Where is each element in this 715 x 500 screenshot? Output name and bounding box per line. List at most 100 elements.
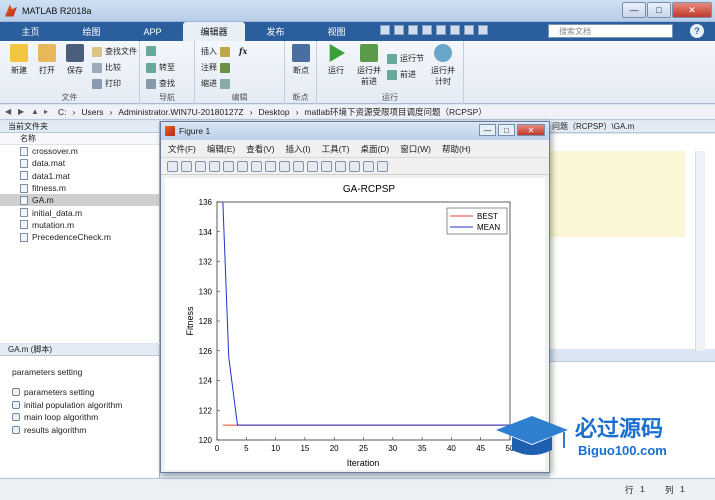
hide-plot-tools-icon[interactable] <box>363 160 374 172</box>
redo-icon[interactable] <box>450 25 460 35</box>
run-button[interactable]: 运行 <box>323 44 349 76</box>
menu-edit[interactable]: 编辑(E) <box>207 143 235 155</box>
paste-icon[interactable] <box>422 25 432 35</box>
copy-icon[interactable] <box>408 25 418 35</box>
nav-back-button[interactable] <box>146 46 156 56</box>
list-item[interactable]: data.mat <box>0 157 159 169</box>
menu-tools[interactable]: 工具(T) <box>322 143 350 155</box>
find-button[interactable]: 查找 <box>146 78 175 89</box>
x-tick-label: 25 <box>359 444 368 453</box>
comment-button[interactable]: 注释 <box>201 62 230 73</box>
tab-publish[interactable]: 发布 <box>245 22 306 41</box>
help-icon[interactable]: ? <box>690 24 704 38</box>
pan-icon[interactable] <box>265 160 276 172</box>
new-button[interactable]: 新建 <box>6 44 32 76</box>
menu-file[interactable]: 文件(F) <box>168 143 196 155</box>
up-folder-icon[interactable]: ▲ <box>31 108 39 116</box>
figure-minimize-button[interactable]: — <box>479 124 496 136</box>
insert-button[interactable]: 插入 <box>201 46 230 57</box>
print-button[interactable]: 打印 <box>92 78 121 89</box>
save-button[interactable]: 保存 <box>62 44 88 76</box>
tab-home[interactable]: 主页 <box>0 22 61 41</box>
crumb-users[interactable]: Users <box>81 107 103 117</box>
brush-icon[interactable] <box>307 160 318 172</box>
name-column-header[interactable]: 名称 <box>0 133 159 145</box>
editor-scrollbar[interactable] <box>695 151 705 351</box>
undo-icon[interactable] <box>436 25 446 35</box>
browse-icon[interactable]: ▸ <box>44 108 52 116</box>
help-quick-icon[interactable] <box>478 25 488 35</box>
menu-view[interactable]: 查看(V) <box>246 143 274 155</box>
section-item[interactable]: main loop algorithm <box>0 411 159 424</box>
breakpoints-button[interactable]: 断点 <box>288 44 314 76</box>
section-item[interactable]: results algorithm <box>0 424 159 437</box>
run-group-label: 运行 <box>382 93 398 102</box>
m-file-icon <box>20 183 28 193</box>
fx-button[interactable]: fx <box>239 46 247 56</box>
minimize-button[interactable]: — <box>622 2 646 18</box>
section-item[interactable]: initial population algorithm <box>0 399 159 412</box>
switch-windows-icon[interactable] <box>464 25 474 35</box>
row-value: 1 <box>640 484 645 494</box>
menu-window[interactable]: 窗口(W) <box>400 143 431 155</box>
row-label: 行 <box>625 485 634 495</box>
open-file-icon[interactable] <box>181 160 192 172</box>
back-icon[interactable]: ◀ <box>5 108 13 116</box>
m-file-icon <box>20 220 28 230</box>
new-figure-icon[interactable] <box>167 160 178 172</box>
crumb-desktop[interactable]: Desktop <box>258 107 289 117</box>
close-button[interactable]: ✕ <box>672 2 712 18</box>
zoom-in-icon[interactable] <box>237 160 248 172</box>
crumb-project[interactable]: matlab环境下资源受限项目调度问题（RCPSP） <box>304 106 486 118</box>
indent-button[interactable]: 缩进 <box>201 78 230 89</box>
data-cursor-icon[interactable] <box>293 160 304 172</box>
show-plot-tools-icon[interactable] <box>377 160 388 172</box>
search-documentation-input[interactable]: 搜索文档 <box>548 24 673 38</box>
address-bar[interactable]: ◀ ▶ ▲ ▸ C: › Users › Administrator.WIN7U… <box>0 105 715 120</box>
run-and-time-button[interactable]: 运行并 计时 <box>429 44 457 87</box>
figure-maximize-button[interactable]: □ <box>498 124 515 136</box>
compare-button[interactable]: 比较 <box>92 62 121 73</box>
maximize-button[interactable]: □ <box>647 2 671 18</box>
tab-view[interactable]: 视图 <box>306 22 367 41</box>
forward-icon[interactable]: ▶ <box>18 108 26 116</box>
zoom-out-icon[interactable] <box>251 160 262 172</box>
list-item[interactable]: crossover.m <box>0 145 159 157</box>
save-quick-icon[interactable] <box>380 25 390 35</box>
list-item[interactable]: mutation.m <box>0 219 159 231</box>
list-item[interactable]: fitness.m <box>0 182 159 194</box>
figure-title-bar[interactable]: Figure 1 — □ ✕ <box>161 122 549 140</box>
list-item[interactable]: initial_data.m <box>0 206 159 218</box>
list-item-selected[interactable]: GA.m <box>0 194 159 207</box>
menu-insert[interactable]: 插入(I) <box>286 143 311 155</box>
section-item[interactable]: parameters setting <box>0 386 159 399</box>
tab-apps[interactable]: APP <box>122 22 183 41</box>
crumb-drive[interactable]: C: <box>58 107 67 117</box>
find-files-button[interactable]: 查找文件 <box>92 46 137 57</box>
run-section-button[interactable]: 运行节 <box>387 53 424 64</box>
edit-plot-icon[interactable] <box>223 160 234 172</box>
rotate-icon[interactable] <box>279 160 290 172</box>
editor-area[interactable] <box>550 134 715 351</box>
cut-icon[interactable] <box>394 25 404 35</box>
tab-editor[interactable]: 编辑器 <box>183 22 245 41</box>
crumb-admin[interactable]: Administrator.WIN7U-20180127Z <box>118 107 243 117</box>
print-figure-icon[interactable] <box>209 160 220 172</box>
advance-button[interactable]: 前进 <box>387 69 416 80</box>
y-tick-label: 124 <box>199 377 213 386</box>
save-figure-icon[interactable] <box>195 160 206 172</box>
run-advance-button[interactable]: 运行并 前进 <box>355 44 383 87</box>
editor-tab-header[interactable]: 问题（RCPSP）\GA.m <box>550 121 715 133</box>
list-item[interactable]: PrecedenceCheck.m <box>0 231 159 243</box>
list-item[interactable]: data1.mat <box>0 170 159 182</box>
window-title: MATLAB R2018a <box>22 5 92 16</box>
tab-plots[interactable]: 绘图 <box>61 22 122 41</box>
link-plot-icon[interactable] <box>321 160 332 172</box>
menu-help[interactable]: 帮助(H) <box>442 143 471 155</box>
goto-button[interactable]: 转至 <box>146 62 175 73</box>
menu-desktop[interactable]: 桌面(D) <box>360 143 389 155</box>
legend-icon[interactable] <box>349 160 360 172</box>
open-button[interactable]: 打开 <box>34 44 60 76</box>
colorbar-icon[interactable] <box>335 160 346 172</box>
figure-close-button[interactable]: ✕ <box>517 124 545 136</box>
